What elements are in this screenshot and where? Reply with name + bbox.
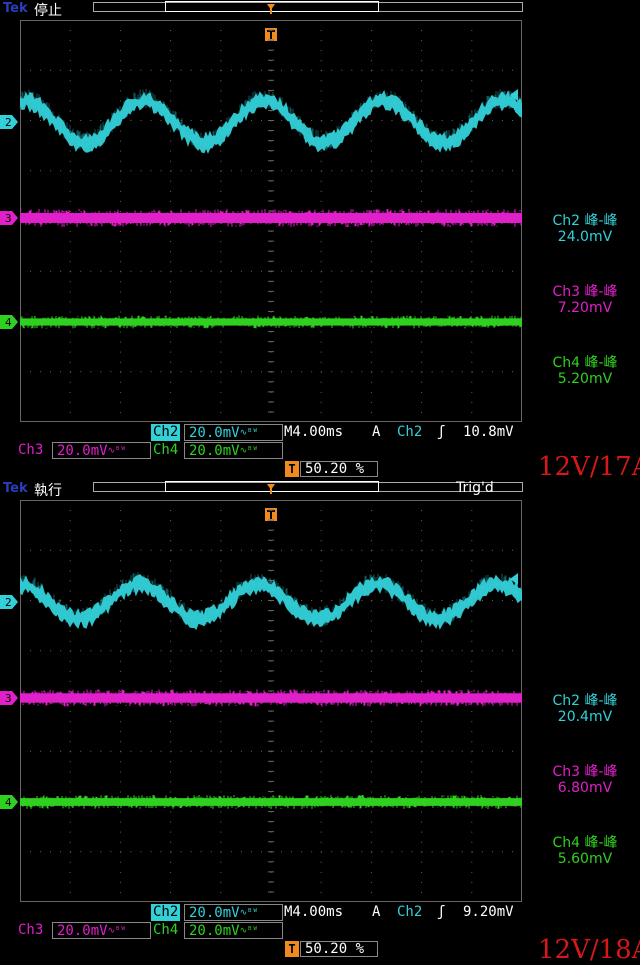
ch2-ground-marker[interactable]: 2	[0, 115, 18, 129]
trigger-mode: A	[372, 424, 381, 440]
measurement-label: Ch3 峰-峰	[552, 764, 618, 780]
trigger-source[interactable]: Ch2	[397, 904, 422, 921]
ch3-scale-tag[interactable]: Ch3	[16, 442, 45, 459]
measurement-value: 24.0mV	[557, 229, 613, 245]
status-header: Tek 執行 Trig'd	[0, 480, 640, 499]
measurement-label: Ch4 峰-峰	[552, 835, 618, 851]
acquisition-state: 執行	[34, 483, 62, 499]
trigger-level-arrow-icon[interactable]	[510, 573, 520, 585]
measurement-ch4-pk2pk: Ch4 峰-峰 5.60mV	[530, 835, 640, 867]
measurement-label: Ch2 峰-峰	[552, 213, 618, 229]
measurement-label: Ch3 峰-峰	[552, 284, 618, 300]
ch3-waveform	[20, 689, 522, 707]
ch3-marker-label: 3	[5, 212, 12, 225]
timebase[interactable]: M4.00ms	[284, 424, 343, 441]
ch4-waveform	[20, 795, 522, 809]
trigger-position-tag-icon: T	[285, 461, 299, 477]
ch4-scale-tag[interactable]: Ch4	[151, 922, 180, 939]
ch4-ground-marker[interactable]: 4	[0, 795, 18, 809]
timebase[interactable]: M4.00ms	[284, 904, 343, 921]
ch2-scale-value[interactable]: 20.0mV∿ᴮᵂ	[184, 904, 283, 921]
measurement-ch2-pk2pk: Ch2 峰-峰 24.0mV	[530, 213, 640, 245]
trigger-status: Trig'd	[456, 480, 494, 496]
status-row-1: Ch2 20.0mV∿ᴮᵂ M4.00ms A Ch2 ʃ 10.8mV	[0, 424, 640, 442]
ch4-marker-label: 4	[5, 796, 12, 809]
brand-logo: Tek	[3, 481, 28, 496]
slope-icon: ʃ	[437, 424, 446, 440]
bandwidth-limit-icon: ∿ᴮᵂ	[239, 428, 258, 438]
measurement-ch3-pk2pk: Ch3 峰-峰 6.80mV	[530, 764, 640, 796]
ch2-marker-label: 2	[5, 596, 12, 609]
status-header: Tek 停止	[0, 0, 640, 19]
ch4-scale-value[interactable]: 20.0mV∿ᴮᵂ	[184, 922, 283, 939]
measurement-ch2-pk2pk: Ch2 峰-峰 20.4mV	[530, 693, 640, 725]
ch4-marker-label: 4	[5, 316, 12, 329]
bandwidth-limit-icon: ∿ᴮᵂ	[107, 446, 126, 456]
ch4-ground-marker[interactable]: 4	[0, 315, 18, 329]
trigger-position-value[interactable]: 50.20 %	[300, 941, 378, 957]
ch4-scale-value[interactable]: 20.0mV∿ᴮᵂ	[184, 442, 283, 459]
load-condition-label: 12V/18A	[538, 935, 640, 965]
trigger-source[interactable]: Ch2	[397, 424, 422, 441]
ch4-scale-tag[interactable]: Ch4	[151, 442, 180, 459]
bandwidth-limit-icon: ∿ᴮᵂ	[239, 446, 258, 456]
ch2-scale-value[interactable]: 20.0mV∿ᴮᵂ	[184, 424, 283, 441]
ch3-scale-value[interactable]: 20.0mV∿ᴮᵂ	[52, 922, 151, 939]
measurement-ch4-pk2pk: Ch4 峰-峰 5.20mV	[530, 355, 640, 387]
bandwidth-limit-icon: ∿ᴮᵂ	[239, 926, 258, 936]
trigger-level-arrow-icon[interactable]	[510, 89, 520, 101]
load-condition-label: 12V/17A	[538, 452, 640, 482]
acquisition-state: 停止	[34, 3, 62, 19]
ch2-scale-tag[interactable]: Ch2	[151, 424, 181, 441]
measurement-value: 5.20mV	[557, 371, 613, 387]
measurement-label: Ch2 峰-峰	[552, 693, 618, 709]
ch3-marker-label: 3	[5, 692, 12, 705]
measurement-value: 20.4mV	[557, 709, 613, 725]
measurement-label: Ch4 峰-峰	[552, 355, 618, 371]
ch3-scale-value[interactable]: 20.0mV∿ᴮᵂ	[52, 442, 151, 459]
ch2-marker-label: 2	[5, 116, 12, 129]
trigger-position-value[interactable]: 50.20 %	[300, 461, 378, 477]
waveform-graticule	[20, 20, 522, 422]
scope-capture-1: Tek 停止 2 3 4 Ch2 峰-峰 24.0mV Ch3 峰-峰 7.20…	[0, 0, 640, 482]
brand-logo: Tek	[3, 1, 28, 16]
trigger-position-tag-icon: T	[285, 941, 299, 957]
trigger-level[interactable]: 9.20mV	[463, 904, 514, 921]
measurement-ch3-pk2pk: Ch3 峰-峰 7.20mV	[530, 284, 640, 316]
status-row-1: Ch2 20.0mV∿ᴮᵂ M4.00ms A Ch2 ʃ 9.20mV	[0, 904, 640, 922]
ch3-ground-marker[interactable]: 3	[0, 211, 18, 225]
measurement-value: 5.60mV	[557, 851, 613, 867]
ch3-scale-tag[interactable]: Ch3	[16, 922, 45, 939]
bandwidth-limit-icon: ∿ᴮᵂ	[107, 926, 126, 936]
slope-icon: ʃ	[437, 904, 446, 920]
measurement-value: 7.20mV	[557, 300, 613, 316]
ch3-ground-marker[interactable]: 3	[0, 691, 18, 705]
scope-capture-2: Tek 執行 Trig'd 2 3 4 Ch2 峰-峰 20.4mV Ch3 峰…	[0, 480, 640, 965]
trigger-mode: A	[372, 904, 381, 920]
bandwidth-limit-icon: ∿ᴮᵂ	[239, 908, 258, 918]
measurement-value: 6.80mV	[557, 780, 613, 796]
trigger-level[interactable]: 10.8mV	[463, 424, 514, 441]
ch2-ground-marker[interactable]: 2	[0, 595, 18, 609]
waveform-graticule	[20, 500, 522, 902]
ch2-scale-tag[interactable]: Ch2	[151, 904, 181, 921]
